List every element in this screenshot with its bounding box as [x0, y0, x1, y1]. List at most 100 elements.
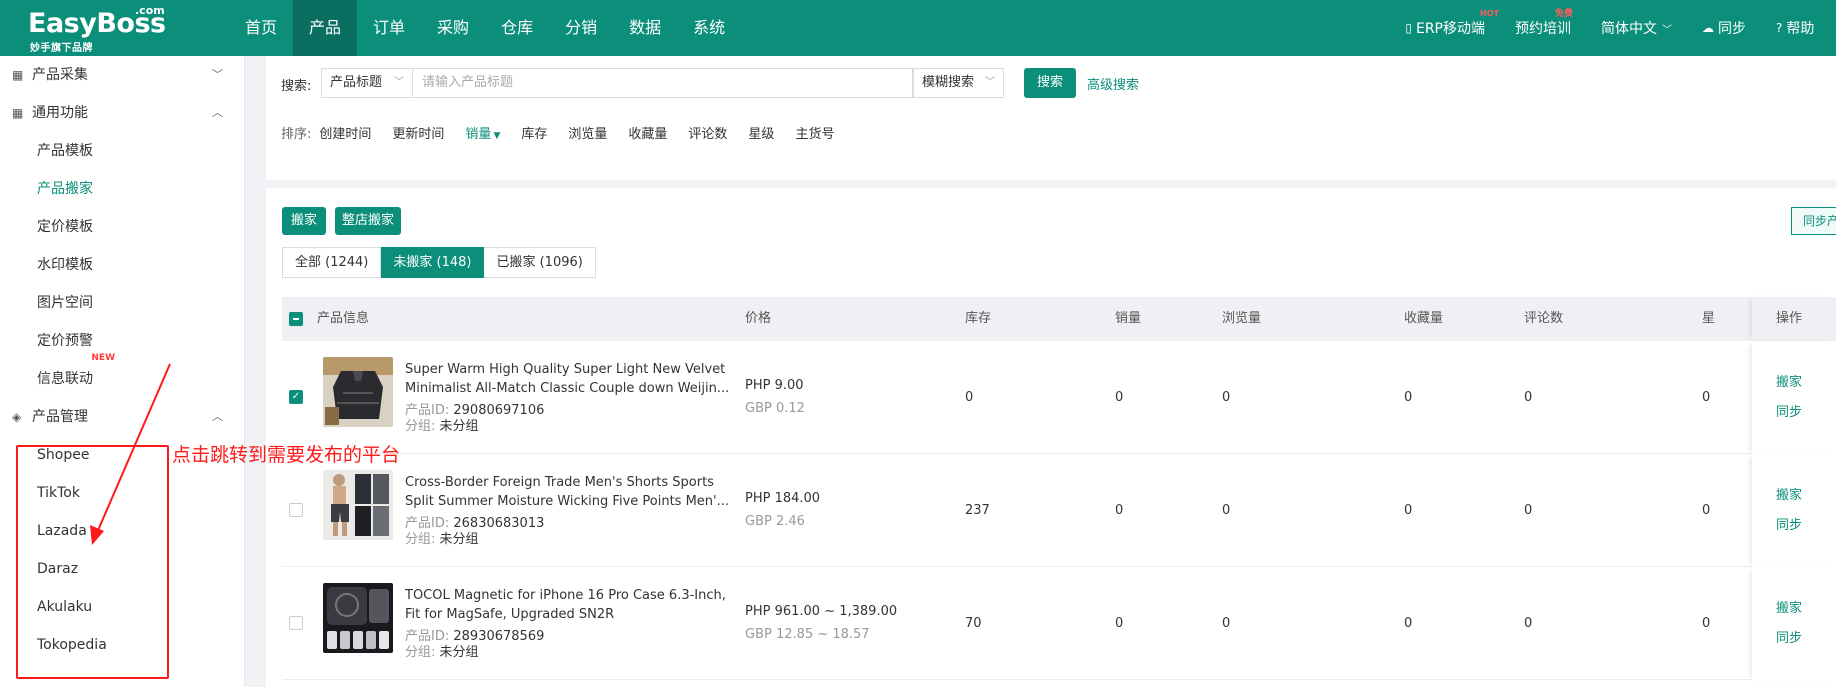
sort-stars[interactable]: 星级: [748, 123, 774, 142]
col-stars[interactable]: 星: [1702, 297, 1715, 341]
phone-case-image-icon: [323, 583, 393, 653]
product-group-value: 未分组: [439, 532, 479, 547]
sidebar-group-collect[interactable]: ▦ 产品采集 ﹀: [0, 56, 245, 94]
price-primary: PHP 961.00 ~ 1,389.00: [745, 604, 898, 619]
row-checkbox[interactable]: [289, 616, 303, 630]
row-operations: 搬家 同步: [1752, 341, 1836, 454]
col-product-info: 产品信息: [317, 311, 370, 326]
views-value: 0: [1222, 503, 1231, 518]
move-link[interactable]: 搬家: [1776, 597, 1802, 616]
move-link[interactable]: 搬家: [1776, 484, 1802, 503]
nav-home[interactable]: 首页: [229, 0, 293, 56]
stock-value: 237: [965, 503, 990, 518]
sales-value: 0: [1115, 503, 1124, 518]
sidebar-item-product-move[interactable]: 产品搬家: [37, 170, 93, 208]
training-link[interactable]: 预约培训 免费: [1515, 9, 1573, 38]
mobile-erp-link[interactable]: ▯ ERP移动端 HOT: [1405, 9, 1499, 38]
col-price: 价格: [745, 311, 772, 326]
views-value: 0: [1222, 390, 1231, 405]
sidebar-item-label: 信息联动: [37, 371, 93, 387]
hot-badge: HOT: [1480, 9, 1499, 18]
top-right-menu: ▯ ERP移动端 HOT 预约培训 免费 简体中文 ﹀ ☁ 同步 ? 帮助: [1405, 0, 1836, 56]
nav-data[interactable]: 数据: [613, 0, 677, 56]
sidebar-item-product-template[interactable]: 产品模板: [37, 132, 93, 170]
search-mode-value: 模糊搜索: [922, 75, 975, 90]
search-mode-select[interactable]: 模糊搜索 ﹀: [913, 68, 1004, 98]
sort-favorites[interactable]: 收藏量: [628, 123, 667, 142]
col-sales[interactable]: 销量: [1115, 297, 1141, 341]
tab-not-moved[interactable]: 未搬家 (148): [381, 247, 485, 278]
row-checkbox[interactable]: [289, 503, 303, 517]
col-favorites[interactable]: 收藏量: [1404, 297, 1443, 341]
nav-orders[interactable]: 订单: [357, 0, 421, 56]
nav-system[interactable]: 系统: [677, 0, 741, 56]
product-thumbnail[interactable]: [323, 470, 393, 540]
nav-purchase[interactable]: 采购: [421, 0, 485, 56]
sidebar-group-product-manage[interactable]: ◈ 产品管理 ︿: [0, 398, 245, 436]
nav-warehouse[interactable]: 仓库: [485, 0, 549, 56]
sort-created[interactable]: 创建时间: [319, 123, 371, 142]
language-label: 简体中文: [1601, 21, 1657, 37]
product-group: 分组: 未分组: [405, 641, 479, 660]
sort-sales[interactable]: 销量 ▼: [465, 123, 500, 142]
nav-distribution[interactable]: 分销: [549, 0, 613, 56]
col-stock[interactable]: 库存: [965, 297, 991, 341]
chevron-down-icon: ﹀: [212, 68, 223, 81]
search-field-value: 产品标题: [330, 75, 383, 90]
cube-icon: ◈: [12, 410, 22, 424]
sidebar-item-watermark-template[interactable]: 水印模板: [37, 246, 93, 284]
help-label: 帮助: [1786, 21, 1815, 37]
product-title-line1: TOCOL Magnetic for iPhone 16 Pro Case 6.…: [405, 588, 726, 603]
search-input[interactable]: 请输入产品标题: [412, 68, 913, 98]
move-link[interactable]: 搬家: [1776, 371, 1802, 390]
product-thumbnail[interactable]: [323, 583, 393, 653]
grid-icon: ▦: [12, 68, 24, 82]
sort-sku[interactable]: 主货号: [795, 123, 834, 142]
move-button[interactable]: 搬家: [282, 207, 326, 235]
new-badge: NEW: [91, 353, 115, 363]
sync-link[interactable]: 同步: [1776, 514, 1802, 533]
annotation-highlight-box: [16, 445, 169, 679]
col-reviews[interactable]: 评论数: [1524, 297, 1563, 341]
sort-updated[interactable]: 更新时间: [392, 123, 444, 142]
advanced-search-link[interactable]: 高级搜索: [1087, 74, 1139, 93]
product-thumbnail[interactable]: [323, 357, 393, 427]
product-title[interactable]: Cross-Border Foreign Trade Men's Shorts …: [405, 473, 735, 511]
language-select[interactable]: 简体中文 ﹀: [1601, 18, 1672, 38]
help-link[interactable]: ? 帮助: [1776, 18, 1836, 38]
nav-product[interactable]: 产品: [293, 0, 358, 56]
price-primary: PHP 9.00: [745, 378, 804, 393]
sync-link[interactable]: 同步: [1776, 627, 1802, 646]
sort-reviews[interactable]: 评论数: [688, 123, 727, 142]
sidebar-item-info-link[interactable]: 信息联动 NEW: [37, 353, 115, 398]
sidebar-group-label: 通用功能: [32, 105, 88, 121]
search-button[interactable]: 搜索: [1024, 68, 1076, 98]
sidebar-item-pricing-template[interactable]: 定价模板: [37, 208, 93, 246]
col-views[interactable]: 浏览量: [1222, 297, 1261, 341]
sort-views[interactable]: 浏览量: [568, 123, 607, 142]
cloud-icon: ☁: [1702, 21, 1714, 35]
row-checkbox[interactable]: ✓: [289, 390, 303, 404]
product-title-line2: Fit for MagSafe, Upgraded SN2R: [405, 607, 615, 622]
tab-all[interactable]: 全部 (1244): [282, 247, 382, 278]
sidebar-item-price-alert[interactable]: 定价预警: [37, 322, 93, 360]
sidebar-item-image-space[interactable]: 图片空间: [37, 284, 93, 322]
sort-bar: 排序: 创建时间 更新时间 销量 ▼ 库存 浏览量 收藏量 评论数 星级 主货号: [281, 122, 855, 142]
sort-label: 排序:: [281, 126, 312, 142]
sidebar-group-common[interactable]: ▦ 通用功能 ︿: [0, 94, 245, 132]
sales-value: 0: [1115, 390, 1124, 405]
sort-stock[interactable]: 库存: [521, 123, 547, 142]
select-all-checkbox[interactable]: [289, 312, 303, 326]
logo-tagline: 妙手旗下品牌: [30, 43, 93, 54]
sync-link[interactable]: 同步: [1776, 401, 1802, 420]
product-title[interactable]: TOCOL Magnetic for iPhone 16 Pro Case 6.…: [405, 586, 735, 624]
tab-moved[interactable]: 已搬家 (1096): [484, 247, 596, 278]
product-title[interactable]: Super Warm High Quality Super Light New …: [405, 360, 735, 398]
sync-link[interactable]: ☁ 同步: [1702, 18, 1746, 38]
logo[interactable]: EasyBoss .com 妙手旗下品牌: [28, 4, 168, 54]
search-field-select[interactable]: 产品标题 ﹀: [321, 68, 413, 98]
price-primary: PHP 184.00: [745, 491, 821, 506]
sync-product-button[interactable]: 同步产品: [1791, 207, 1836, 235]
reviews-value: 0: [1524, 616, 1533, 631]
move-store-button[interactable]: 整店搬家: [335, 207, 401, 235]
